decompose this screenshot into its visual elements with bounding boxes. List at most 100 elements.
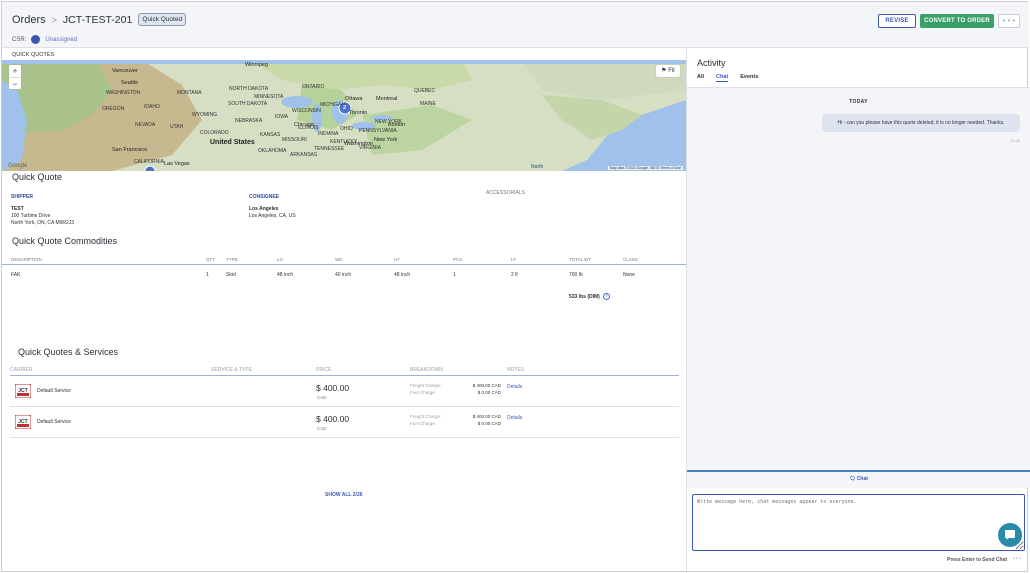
map-label-missouri: MISSOURI	[282, 137, 307, 143]
chat-history[interactable]: TODAY Hi - can you please have this quot…	[687, 88, 1030, 470]
map-label-michigan: MICHIGAN	[320, 102, 345, 108]
service-name: Default Service	[37, 419, 71, 425]
freight-charge-label: Freight Charge:	[410, 383, 442, 388]
show-all-link[interactable]: SHOW ALL 2/26	[325, 492, 363, 498]
services-title: Quick Quotes & Services	[18, 347, 119, 357]
activity-title: Activity	[697, 58, 726, 68]
map-label-nevada: NEVADA	[135, 122, 156, 128]
status-badge: Quick Quoted	[138, 13, 187, 26]
avatar	[31, 35, 41, 44]
map-label-montreal: Montreal	[376, 96, 398, 102]
table-row[interactable]: JCT Default Service $ 400.00 CAD Freight…	[10, 376, 679, 407]
map-label-north-dakota: NORTH DAKOTA	[229, 86, 269, 92]
fuel-charge-label: Fuel Charge:	[410, 390, 437, 395]
commodity-cell: 700 lb	[569, 272, 583, 278]
map-attribution[interactable]: Map data ©2023 Google, INEGI Terms of Us…	[607, 166, 683, 170]
service-price: $ 400.00	[316, 383, 350, 393]
composer-more-button[interactable]: • • •	[1013, 556, 1021, 562]
map-label-ohio: OHIO	[340, 126, 353, 132]
zoom-out-button[interactable]: −	[9, 77, 21, 89]
details-link[interactable]: Details	[507, 415, 522, 421]
breadcrumb-separator: >	[51, 14, 57, 25]
services-header: SERVICE & TYPE	[211, 367, 252, 373]
map-label-ottawa: Ottawa	[345, 96, 363, 102]
chat-launcher-button[interactable]	[998, 523, 1022, 547]
commodities-header: HT	[394, 257, 400, 262]
map-label-indiana: INDIANA	[318, 131, 339, 137]
dim-weight-value: 533 lbs (DIM)	[569, 293, 600, 300]
services-header: NOTES	[507, 367, 525, 373]
breadcrumb-orders-link[interactable]: Orders	[12, 14, 46, 26]
map-label-united-states: United States	[210, 139, 255, 146]
tab-events[interactable]: Events	[740, 74, 758, 82]
shipper-address-1: 100 Turbine Drive	[11, 213, 51, 219]
chat-message-input[interactable]	[692, 494, 1025, 551]
accessorials-label: ACCESSORIALS	[486, 190, 525, 196]
details-link[interactable]: Details	[507, 384, 522, 390]
chat-bubble-icon: 🗨	[849, 476, 856, 482]
header-actions: REVISE CONVERT TO ORDER • • •	[878, 14, 1020, 28]
carrier-logo: JCT	[14, 414, 32, 430]
service-name: Default Service	[37, 388, 71, 394]
freight-charge-label: Freight Charge:	[410, 414, 442, 419]
commodities-header-row: DESCRIPTION QTY TYPE LG WD HT PCS LF TOT…	[2, 255, 686, 265]
more-options-button[interactable]: • • •	[998, 14, 1020, 28]
service-currency: CAD	[317, 426, 327, 431]
map-label-california: CALIFORNIA	[134, 159, 165, 165]
consignee-name: Los Angeles	[249, 206, 279, 212]
zoom-in-button[interactable]: +	[9, 65, 21, 77]
map-label-washington-state: WASHINGTON	[106, 90, 141, 96]
tab-chat[interactable]: Chat	[716, 74, 729, 82]
map-label-arkansas: ARKANSAS	[290, 152, 318, 158]
map-zoom-control: + −	[9, 65, 21, 89]
convert-to-order-button[interactable]: CONVERT TO ORDER	[920, 14, 994, 28]
map-label-south-dakota: SOUTH DAKOTA	[228, 101, 268, 107]
services-header-row: CARRIER SERVICE & TYPE PRICE BREAKDOWN N…	[10, 364, 679, 376]
map-label-las-vegas: Las Vegas	[164, 161, 190, 167]
map-label-toronto: Toronto	[349, 110, 368, 116]
map-label-seattle: Seattle	[121, 80, 139, 86]
map-land-svg	[2, 60, 686, 171]
map-label-new-york: New York	[374, 137, 398, 143]
commodity-cell: 48 inch	[277, 272, 294, 278]
commodities-header: WD	[335, 257, 343, 262]
revise-button[interactable]: REVISE	[878, 14, 916, 28]
map-label-tennessee: TENNESSEE	[314, 146, 345, 152]
commodity-cell: None	[623, 272, 635, 278]
map-pin-count: 2	[343, 105, 347, 111]
fuel-charge-value: $ 0.00 CAD	[477, 421, 501, 426]
tab-all[interactable]: All	[697, 74, 704, 82]
google-logo: Google	[8, 163, 28, 169]
csr-label: CSR:	[12, 36, 27, 43]
message-timestamp: 11:58	[1010, 138, 1020, 143]
freight-charge-value: $ 400.00 CAD	[472, 414, 501, 419]
table-row: FAK 1 Skid 48 inch 40 inch 48 inch 1 2 l…	[2, 270, 686, 280]
commodities-header: DESCRIPTION	[11, 257, 42, 262]
activity-tabs: All Chat Events	[697, 74, 758, 82]
map-label-maine: MAINE	[420, 101, 436, 107]
commodity-cell: Skid	[226, 272, 236, 278]
services-header: BREAKDOWN	[410, 367, 443, 373]
carrier-logo: JCT	[14, 383, 32, 399]
map-label-montana: MONTANA	[177, 90, 202, 96]
chat-composer-tab[interactable]: 🗨 Chat	[687, 476, 1030, 482]
map-label-colorado: COLORADO	[200, 130, 229, 136]
map-label-oklahoma: OKLAHOMA	[258, 148, 287, 154]
fuel-charge-value: $ 0.00 CAD	[477, 390, 501, 395]
csr-value[interactable]: Unassigned	[45, 37, 77, 43]
map-fit-button[interactable]: ⚑ Fit	[656, 65, 680, 77]
info-icon[interactable]: ?	[602, 293, 610, 300]
carrier-logo-text: JCT	[18, 419, 27, 425]
map-label-pennsylvania: PENNSYLVANIA	[359, 128, 397, 134]
route-map[interactable]: + − ⚑ Fit Winnipeg Vancouver Seattle WAS…	[2, 60, 686, 171]
map-label-idaho: IDAHO	[144, 104, 160, 110]
freight-charge-value: $ 400.00 CAD	[472, 383, 501, 388]
map-section-label: QUICK QUOTES	[12, 52, 55, 58]
commodity-cell: FAK	[11, 272, 21, 278]
app-frame: Orders > JCT-TEST-201 Quick Quoted CSR: …	[1, 1, 1030, 573]
carrier-logo-text: JCT	[18, 388, 27, 394]
commodities-title: Quick Quote Commodities	[12, 236, 118, 246]
map-label-minnesota: MINNESOTA	[254, 94, 284, 100]
table-row[interactable]: JCT Default Service $ 400.00 CAD Freight…	[10, 407, 679, 438]
service-price: $ 400.00	[316, 414, 350, 424]
